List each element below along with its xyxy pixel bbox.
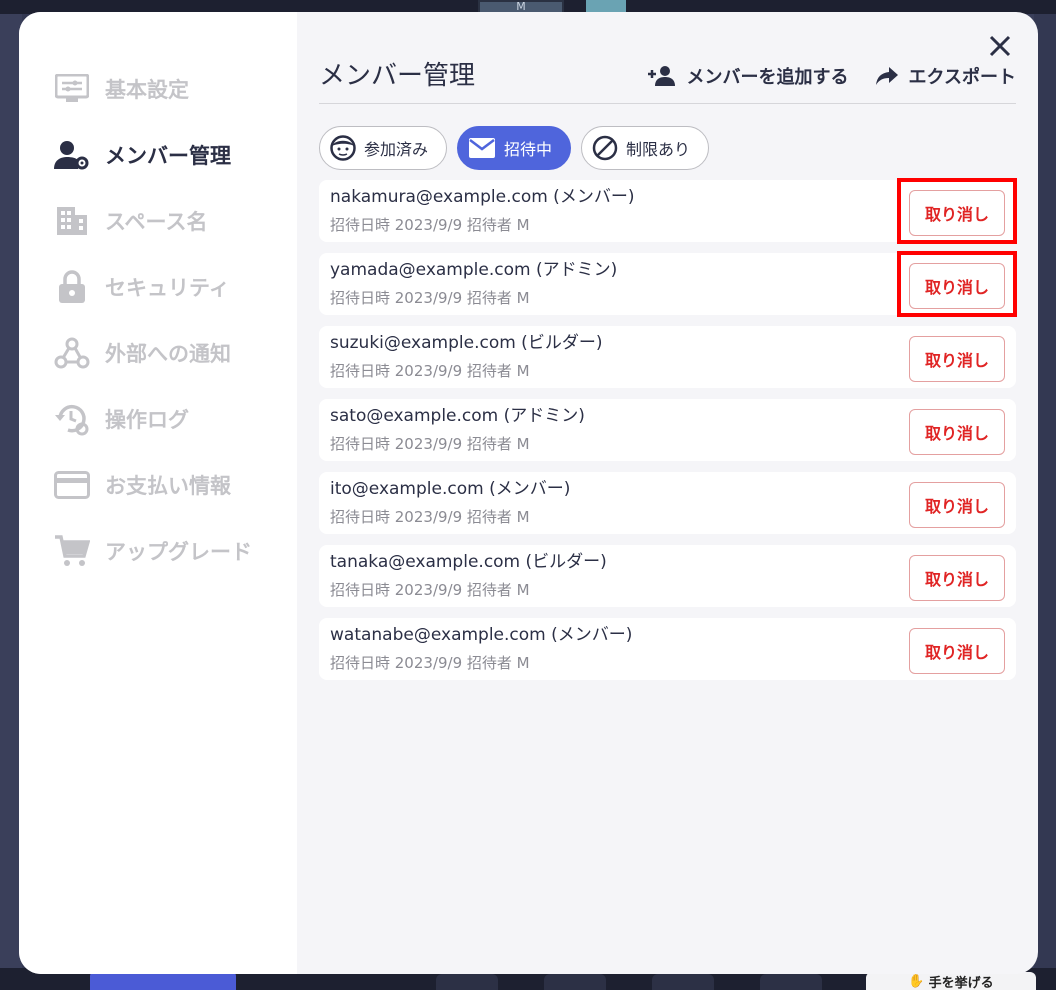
sidebar-item-security[interactable]: セキュリティ (53, 254, 297, 320)
bottom-toolbar-button[interactable] (544, 974, 606, 990)
sidebar-item-label: 操作ログ (105, 408, 189, 432)
sidebar-item-label: セキュリティ (105, 276, 230, 300)
page-title: メンバー管理 (319, 61, 476, 91)
raise-hand-label: 手を挙げる (928, 975, 994, 990)
hand-icon: ✋ (908, 973, 925, 989)
list-item: ito@example.com (メンバー) 招待日時 2023/9/9 招待者… (319, 472, 1016, 534)
list-item: yamada@example.com (アドミン) 招待日時 2023/9/9 … (319, 251, 1017, 317)
tab-label: 招待中 (504, 140, 553, 159)
list-item: suzuki@example.com (ビルダー) 招待日時 2023/9/9 … (319, 326, 1016, 388)
add-member-label: メンバーを追加する (686, 67, 849, 88)
sidebar-item-label: 外部への通知 (105, 342, 231, 366)
sidebar-item-external-notifications[interactable]: 外部への通知 (53, 320, 297, 386)
bottom-toolbar-button[interactable] (436, 974, 498, 990)
bottom-toolbar-button[interactable] (652, 974, 714, 990)
list-item: watanabe@example.com (メンバー) 招待日時 2023/9/… (319, 618, 1016, 680)
tab-label: 制限あり (626, 140, 691, 159)
settings-modal: 基本設定 メンバー管理 スペース名 セキュリティ 外部への通知 操作ログ お支払… (19, 12, 1038, 974)
sidebar-item-upgrade[interactable]: アップグレード (53, 518, 297, 584)
close-button[interactable] (986, 32, 1014, 60)
sidebar-item-label: スペース名 (105, 210, 208, 234)
share-arrow-icon (875, 67, 898, 85)
tab-joined[interactable]: 参加済み (319, 126, 448, 170)
credit-card-icon (53, 466, 91, 504)
sidebar-item-label: メンバー管理 (105, 144, 231, 168)
tab-label: 参加済み (364, 140, 429, 159)
list-item: tanaka@example.com (ビルダー) 招待日時 2023/9/9 … (319, 545, 1016, 607)
revoke-button[interactable]: 取り消し (909, 263, 1005, 309)
revoke-button[interactable]: 取り消し (909, 190, 1005, 236)
webhook-icon (53, 334, 91, 372)
lock-icon (53, 268, 91, 306)
revoke-button[interactable]: 取り消し (909, 336, 1005, 382)
sidebar-item-label: お支払い情報 (105, 474, 231, 498)
add-user-icon (647, 66, 675, 86)
tab-restricted[interactable]: 制限あり (581, 126, 710, 170)
list-item: sato@example.com (アドミン) 招待日時 2023/9/9 招待… (319, 399, 1016, 461)
mail-icon (469, 138, 496, 158)
add-member-button[interactable]: メンバーを追加する (647, 63, 849, 89)
sidebar-item-label: 基本設定 (105, 78, 189, 102)
export-label: エクスポート (908, 67, 1016, 88)
tab-invited[interactable]: 招待中 (457, 126, 572, 170)
prohibited-icon (592, 135, 618, 161)
building-icon (53, 202, 91, 240)
history-gear-icon (53, 400, 91, 438)
cart-icon (53, 532, 91, 570)
sidebar-item-billing[interactable]: お支払い情報 (53, 452, 297, 518)
settings-panel-icon (53, 70, 91, 108)
bottom-toolbar-button[interactable] (760, 974, 822, 990)
face-icon (330, 135, 356, 161)
close-icon (989, 35, 1011, 57)
header-actions: メンバーを追加する エクスポート (647, 58, 1016, 94)
revoke-button[interactable]: 取り消し (909, 628, 1005, 674)
revoke-button[interactable]: 取り消し (909, 409, 1005, 455)
user-gear-icon (53, 136, 91, 174)
bottom-toolbar-button[interactable] (90, 972, 236, 990)
sidebar-item-basic-settings[interactable]: 基本設定 (53, 56, 297, 122)
status-filter-tabs: 参加済み 招待中 制限あり (319, 126, 710, 170)
revoke-button[interactable]: 取り消し (909, 555, 1005, 601)
page-header: メンバー管理 メンバーを追加する エクスポート (319, 58, 1016, 104)
settings-sidebar: 基本設定 メンバー管理 スペース名 セキュリティ 外部への通知 操作ログ お支払… (19, 12, 297, 974)
revoke-button[interactable]: 取り消し (909, 482, 1005, 528)
sidebar-item-label: アップグレード (105, 540, 252, 564)
sidebar-item-activity-log[interactable]: 操作ログ (53, 386, 297, 452)
invite-list: nakamura@example.com (メンバー) 招待日時 2023/9/… (319, 178, 1017, 691)
list-item: nakamura@example.com (メンバー) 招待日時 2023/9/… (319, 178, 1017, 244)
export-button[interactable]: エクスポート (875, 63, 1016, 89)
sidebar-item-member-management[interactable]: メンバー管理 (53, 122, 297, 188)
main-panel: メンバー管理 メンバーを追加する エクスポート 参加済み 招待中 制限あり na… (297, 12, 1038, 974)
raise-hand-button[interactable]: ✋ 手を挙げる (866, 972, 1036, 990)
sidebar-item-space-name[interactable]: スペース名 (53, 188, 297, 254)
